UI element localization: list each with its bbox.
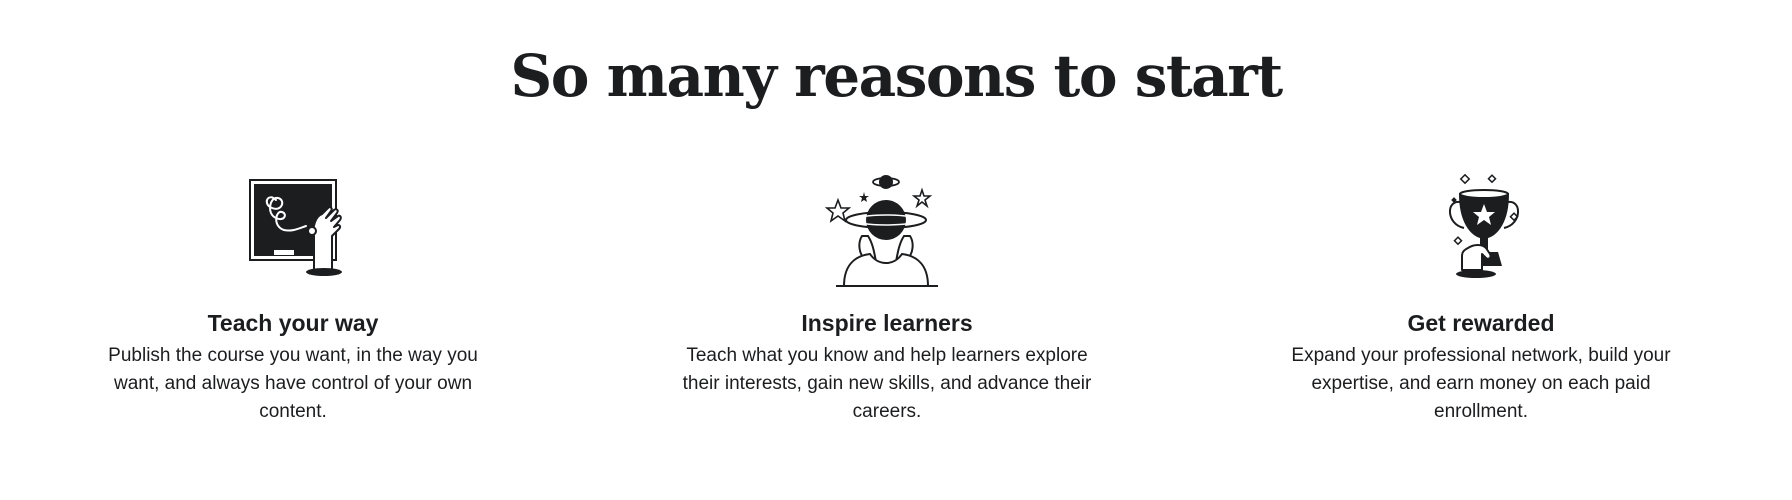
chalkboard-hand-icon: [249, 179, 342, 276]
card-description: Expand your professional network, build …: [1291, 345, 1671, 422]
section-title: So many reasons to start: [510, 42, 1283, 110]
card-description: Publish the course you want, in the way …: [108, 345, 478, 422]
reason-card-inspire: Inspire learners Teach what you know and…: [672, 170, 1102, 426]
card-heading: Get rewarded: [1407, 310, 1555, 336]
reason-card-rewarded: Get rewarded Expand your professional ne…: [1266, 170, 1696, 426]
planet-head-person-icon: [824, 175, 938, 287]
card-heading: Teach your way: [207, 310, 379, 336]
reasons-section: So many reasons to start Teach your way …: [0, 0, 1792, 500]
card-description: Teach what you know and help learners ex…: [682, 345, 1092, 422]
trophy-hand-icon: [1449, 173, 1519, 278]
card-heading: Inspire learners: [801, 310, 973, 336]
reason-card-teach: Teach your way Publish the course you wa…: [78, 170, 508, 426]
